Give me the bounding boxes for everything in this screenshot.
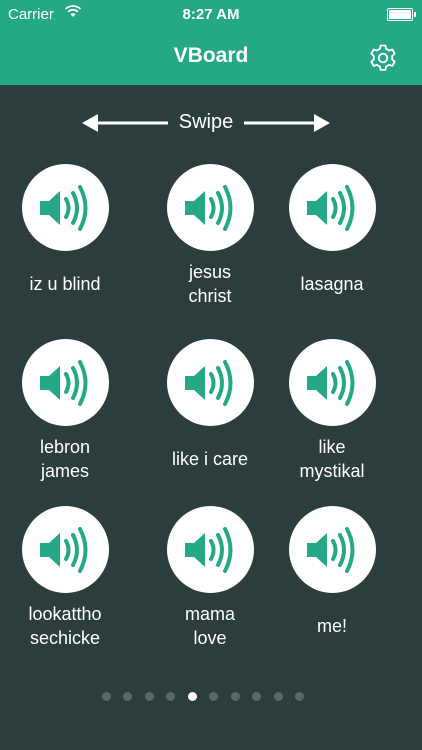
sound-label: like mystikal <box>299 437 365 481</box>
sound-label: like i care <box>171 449 249 469</box>
speaker-icon <box>40 360 88 406</box>
page-dot[interactable] <box>166 692 175 701</box>
speaker-icon <box>185 185 233 231</box>
play-sound-button[interactable] <box>289 164 376 251</box>
play-sound-button[interactable] <box>22 339 109 426</box>
arrow-right-icon <box>244 114 330 132</box>
speaker-icon <box>307 527 355 573</box>
sound-item[interactable]: iz u blind <box>0 164 130 324</box>
page-dot[interactable] <box>295 692 304 701</box>
sound-label: me! <box>316 616 347 636</box>
sound-label: lasagna <box>300 274 364 294</box>
settings-button[interactable] <box>366 41 400 75</box>
speaker-icon <box>185 360 233 406</box>
page-dot[interactable] <box>273 692 283 701</box>
sound-item[interactable]: lasagna <box>267 164 397 324</box>
page-dot[interactable] <box>209 692 218 701</box>
page-dot[interactable] <box>230 692 240 701</box>
sound-item[interactable]: lookattho sechicke <box>0 506 130 666</box>
sound-item[interactable]: jesus christ <box>145 164 275 324</box>
clock: 8:27 AM <box>182 6 240 23</box>
sound-label: mama love <box>184 604 235 648</box>
gear-icon <box>370 44 396 71</box>
play-sound-button[interactable] <box>167 164 254 251</box>
page-dot[interactable] <box>101 692 111 701</box>
sound-label: jesus christ <box>188 262 232 306</box>
sound-label: lookattho sechicke <box>28 604 102 648</box>
sound-item[interactable]: lebron james <box>0 339 130 499</box>
sound-item[interactable]: like mystikal <box>267 339 397 499</box>
battery-icon <box>387 8 416 21</box>
play-sound-button[interactable] <box>289 339 376 426</box>
speaker-icon <box>307 185 355 231</box>
play-sound-button[interactable] <box>167 506 254 593</box>
play-sound-button[interactable] <box>167 339 254 426</box>
play-sound-button[interactable] <box>289 506 376 593</box>
status-bar: Carrier 8:27 AM <box>0 0 422 30</box>
speaker-icon <box>185 527 233 573</box>
play-sound-button[interactable] <box>22 164 109 251</box>
navigation-bar: VBoard <box>0 30 422 85</box>
sound-label: lebron james <box>39 437 91 481</box>
page-dot[interactable] <box>144 692 154 701</box>
sound-item[interactable]: mama love <box>145 506 275 666</box>
swipe-hint: Swipe <box>82 110 330 136</box>
page-dot[interactable] <box>252 692 261 701</box>
speaker-icon <box>40 527 88 573</box>
page-dot[interactable] <box>123 692 132 701</box>
page-title: VBoard <box>173 44 249 67</box>
speaker-icon <box>40 185 88 231</box>
page-indicator[interactable] <box>0 692 422 704</box>
sound-item[interactable]: me! <box>267 506 397 666</box>
page-dot-active[interactable] <box>187 692 197 701</box>
play-sound-button[interactable] <box>22 506 109 593</box>
sound-item[interactable]: like i care <box>145 339 275 499</box>
speaker-icon <box>307 360 355 406</box>
sound-label: iz u blind <box>29 274 101 294</box>
